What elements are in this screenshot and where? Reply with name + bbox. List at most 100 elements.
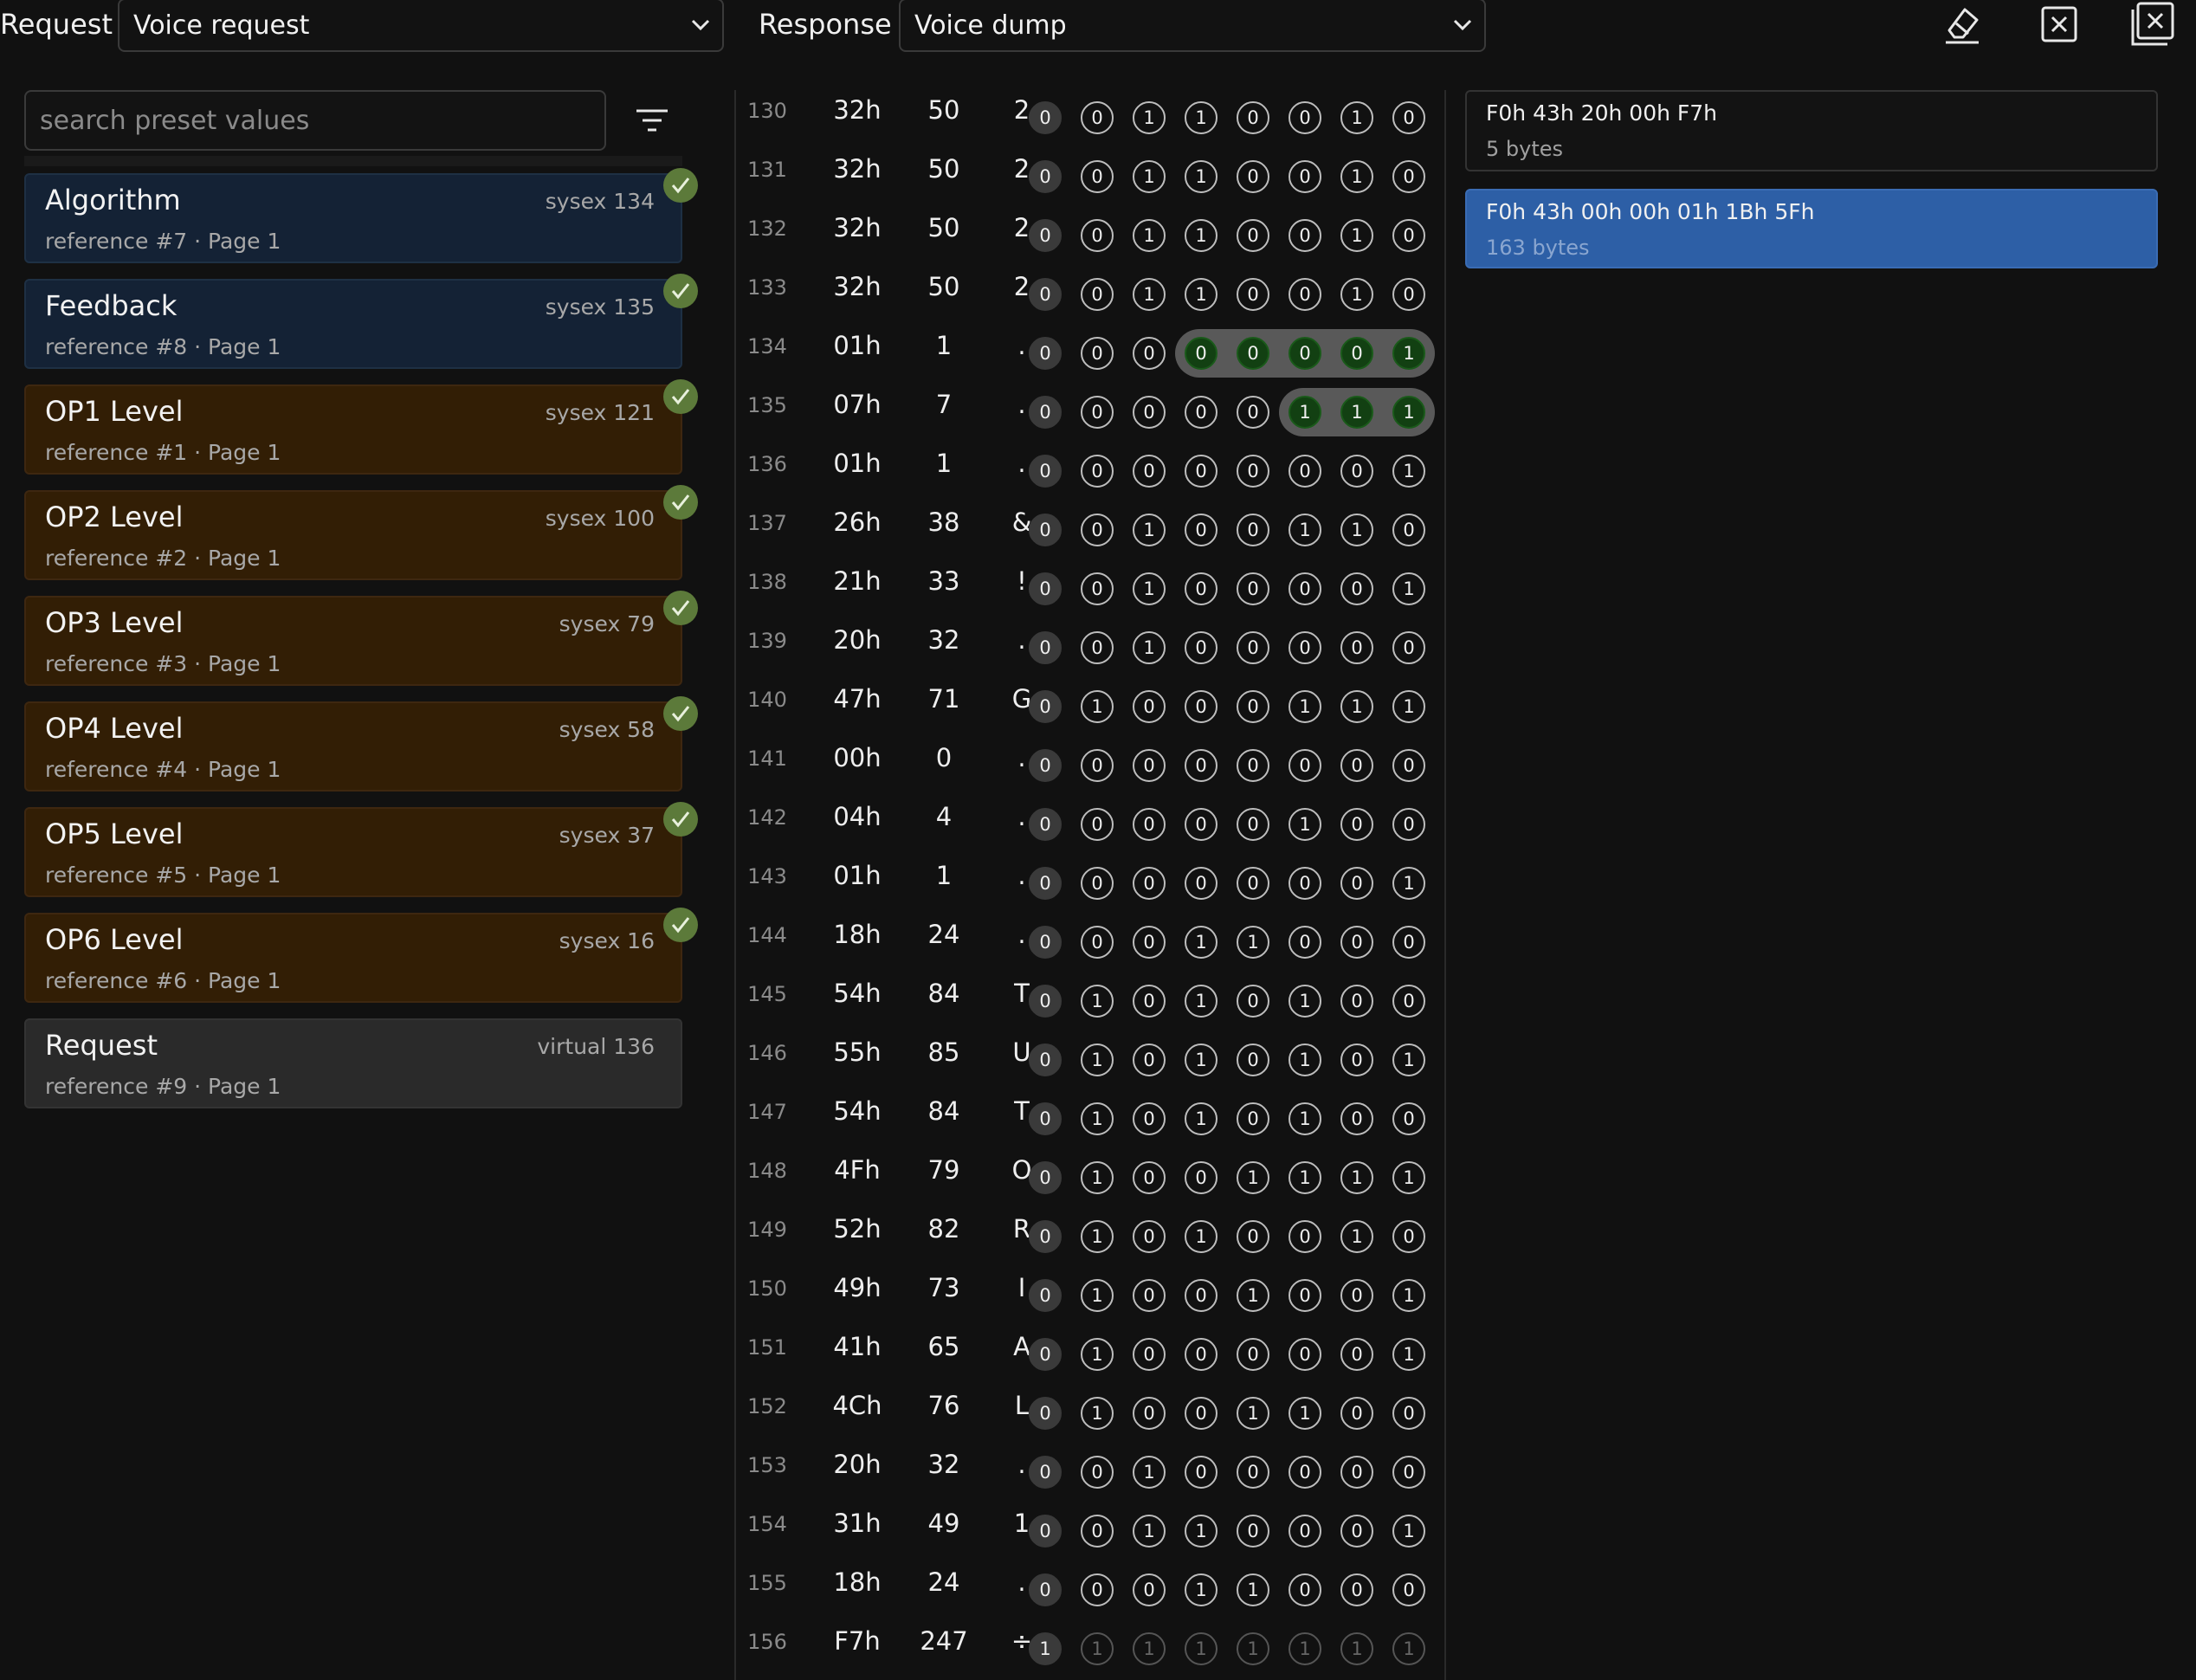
- bit-toggle[interactable]: 0: [1340, 1338, 1373, 1371]
- bit-toggle[interactable]: 0: [1133, 1161, 1166, 1194]
- bit-toggle[interactable]: 0: [1237, 1456, 1269, 1489]
- bit-toggle[interactable]: 0: [1133, 690, 1166, 723]
- bit-toggle[interactable]: 0: [1133, 867, 1166, 900]
- bit-toggle[interactable]: 1: [1029, 1632, 1062, 1665]
- bit-toggle[interactable]: 1: [1340, 278, 1373, 311]
- bit-toggle[interactable]: 1: [1289, 396, 1321, 429]
- bit-toggle[interactable]: 1: [1289, 1102, 1321, 1135]
- bit-toggle[interactable]: 1: [1081, 690, 1114, 723]
- bit-toggle[interactable]: 0: [1081, 101, 1114, 134]
- bit-toggle[interactable]: 0: [1081, 337, 1114, 370]
- bit-toggle[interactable]: 0: [1340, 337, 1373, 370]
- bit-toggle[interactable]: 1: [1081, 1220, 1114, 1253]
- table-row[interactable]: 151 41h 65 A 0 1 0 0 0 0 0 1: [736, 1323, 1444, 1382]
- bit-toggle[interactable]: 0: [1289, 219, 1321, 252]
- bit-toggle[interactable]: 1: [1392, 1279, 1425, 1312]
- response-select[interactable]: Voice dump: [899, 0, 1486, 52]
- bit-toggle[interactable]: 0: [1029, 690, 1062, 723]
- bit-toggle[interactable]: 1: [1185, 985, 1217, 1018]
- bit-toggle[interactable]: 1: [1185, 1220, 1217, 1253]
- preset-item[interactable]: Request reference #9 · Page 1 virtual 136: [24, 1018, 682, 1108]
- bit-toggle[interactable]: 0: [1340, 926, 1373, 959]
- bit-toggle[interactable]: 0: [1237, 985, 1269, 1018]
- bit-toggle[interactable]: 0: [1185, 690, 1217, 723]
- bit-toggle[interactable]: 0: [1185, 455, 1217, 488]
- bit-toggle[interactable]: 1: [1340, 514, 1373, 546]
- bit-toggle[interactable]: 1: [1237, 1632, 1269, 1665]
- bit-toggle[interactable]: 0: [1237, 337, 1269, 370]
- bit-toggle[interactable]: 0: [1340, 631, 1373, 664]
- bit-toggle[interactable]: 0: [1289, 1573, 1321, 1606]
- table-row[interactable]: 155 18h 24. 0 0 0 1 1 0 0 0: [736, 1559, 1444, 1618]
- bit-toggle[interactable]: 0: [1081, 1573, 1114, 1606]
- bit-toggle[interactable]: 0: [1081, 631, 1114, 664]
- table-row[interactable]: 140 47h 71 G 0 1 0 0 0 1 1 1: [736, 675, 1444, 734]
- close-all-button[interactable]: [2128, 0, 2177, 48]
- bit-toggle[interactable]: 0: [1081, 396, 1114, 429]
- preset-item[interactable]: OP3 Level reference #3 · Page 1 sysex 79: [24, 591, 698, 686]
- bit-toggle[interactable]: 0: [1029, 572, 1062, 605]
- bit-toggle[interactable]: 0: [1029, 1573, 1062, 1606]
- bit-toggle[interactable]: 0: [1029, 455, 1062, 488]
- bit-toggle[interactable]: 1: [1133, 631, 1166, 664]
- bit-toggle[interactable]: 1: [1392, 455, 1425, 488]
- bit-toggle[interactable]: 0: [1237, 1220, 1269, 1253]
- bit-toggle[interactable]: 0: [1133, 985, 1166, 1018]
- bit-toggle[interactable]: 0: [1289, 1515, 1321, 1548]
- bit-toggle[interactable]: 0: [1237, 219, 1269, 252]
- table-row[interactable]: 148 4Fh 79 O 0 1 0 0 1 1 1 1: [736, 1147, 1444, 1205]
- table-row[interactable]: 153 20h 32. 0 0 1 0 0 0 0 0: [736, 1441, 1444, 1500]
- bit-toggle[interactable]: 0: [1392, 1220, 1425, 1253]
- bit-toggle[interactable]: 0: [1029, 1044, 1062, 1076]
- bit-toggle[interactable]: 1: [1081, 1279, 1114, 1312]
- bit-toggle[interactable]: 1: [1133, 1456, 1166, 1489]
- table-row[interactable]: 133 32h 50 2 0 0 1 1 0 0 1 0: [736, 263, 1444, 322]
- bit-toggle[interactable]: 0: [1185, 1161, 1217, 1194]
- bit-toggle[interactable]: 0: [1289, 101, 1321, 134]
- table-row[interactable]: 154 31h 49 1 0 0 1 1 0 0 0 1: [736, 1500, 1444, 1559]
- bit-toggle[interactable]: 1: [1340, 690, 1373, 723]
- bit-toggle[interactable]: 0: [1133, 749, 1166, 782]
- bit-toggle[interactable]: 1: [1392, 867, 1425, 900]
- bit-toggle[interactable]: 0: [1289, 1220, 1321, 1253]
- bit-toggle[interactable]: 0: [1340, 1397, 1373, 1430]
- bit-toggle[interactable]: 1: [1289, 1632, 1321, 1665]
- bit-toggle[interactable]: 1: [1392, 396, 1425, 429]
- bit-toggle[interactable]: 0: [1237, 690, 1269, 723]
- table-row[interactable]: 146 55h 85 U 0 1 0 1 0 1 0 1: [736, 1029, 1444, 1088]
- bit-toggle[interactable]: 0: [1237, 867, 1269, 900]
- bit-toggle[interactable]: 0: [1340, 1456, 1373, 1489]
- bit-toggle[interactable]: 0: [1133, 1338, 1166, 1371]
- bit-toggle[interactable]: 0: [1392, 160, 1425, 193]
- bit-toggle[interactable]: 1: [1289, 1161, 1321, 1194]
- bit-toggle[interactable]: 0: [1392, 1456, 1425, 1489]
- search-input[interactable]: [24, 90, 606, 151]
- bit-toggle[interactable]: 0: [1029, 219, 1062, 252]
- bit-toggle[interactable]: 0: [1185, 1397, 1217, 1430]
- bit-toggle[interactable]: 0: [1237, 278, 1269, 311]
- table-row[interactable]: 139 20h 32. 0 0 1 0 0 0 0 0: [736, 617, 1444, 675]
- bit-toggle[interactable]: 1: [1392, 337, 1425, 370]
- bit-toggle[interactable]: 0: [1237, 101, 1269, 134]
- bit-toggle[interactable]: 0: [1237, 808, 1269, 841]
- bit-toggle[interactable]: 0: [1185, 631, 1217, 664]
- bit-toggle[interactable]: 1: [1340, 1161, 1373, 1194]
- bit-toggle[interactable]: 0: [1081, 514, 1114, 546]
- bit-toggle[interactable]: 1: [1185, 219, 1217, 252]
- bit-toggle[interactable]: 0: [1029, 101, 1062, 134]
- bit-toggle[interactable]: 0: [1081, 1456, 1114, 1489]
- table-row[interactable]: 149 52h 82 R 0 1 0 1 0 0 1 0: [736, 1205, 1444, 1264]
- close-button[interactable]: [2035, 0, 2083, 48]
- bit-toggle[interactable]: 1: [1133, 1515, 1166, 1548]
- bit-toggle[interactable]: 0: [1029, 926, 1062, 959]
- bit-toggle[interactable]: 0: [1392, 926, 1425, 959]
- bit-toggle[interactable]: 0: [1340, 1515, 1373, 1548]
- bit-toggle[interactable]: 0: [1392, 1102, 1425, 1135]
- bit-toggle[interactable]: 0: [1340, 572, 1373, 605]
- table-row[interactable]: 137 26h 38 & 0 0 1 0 0 1 1 0: [736, 499, 1444, 558]
- bit-toggle[interactable]: 0: [1081, 1515, 1114, 1548]
- bit-toggle[interactable]: 0: [1133, 455, 1166, 488]
- bit-toggle[interactable]: 0: [1289, 749, 1321, 782]
- bit-toggle[interactable]: 1: [1237, 1573, 1269, 1606]
- bit-toggle[interactable]: 1: [1185, 1044, 1217, 1076]
